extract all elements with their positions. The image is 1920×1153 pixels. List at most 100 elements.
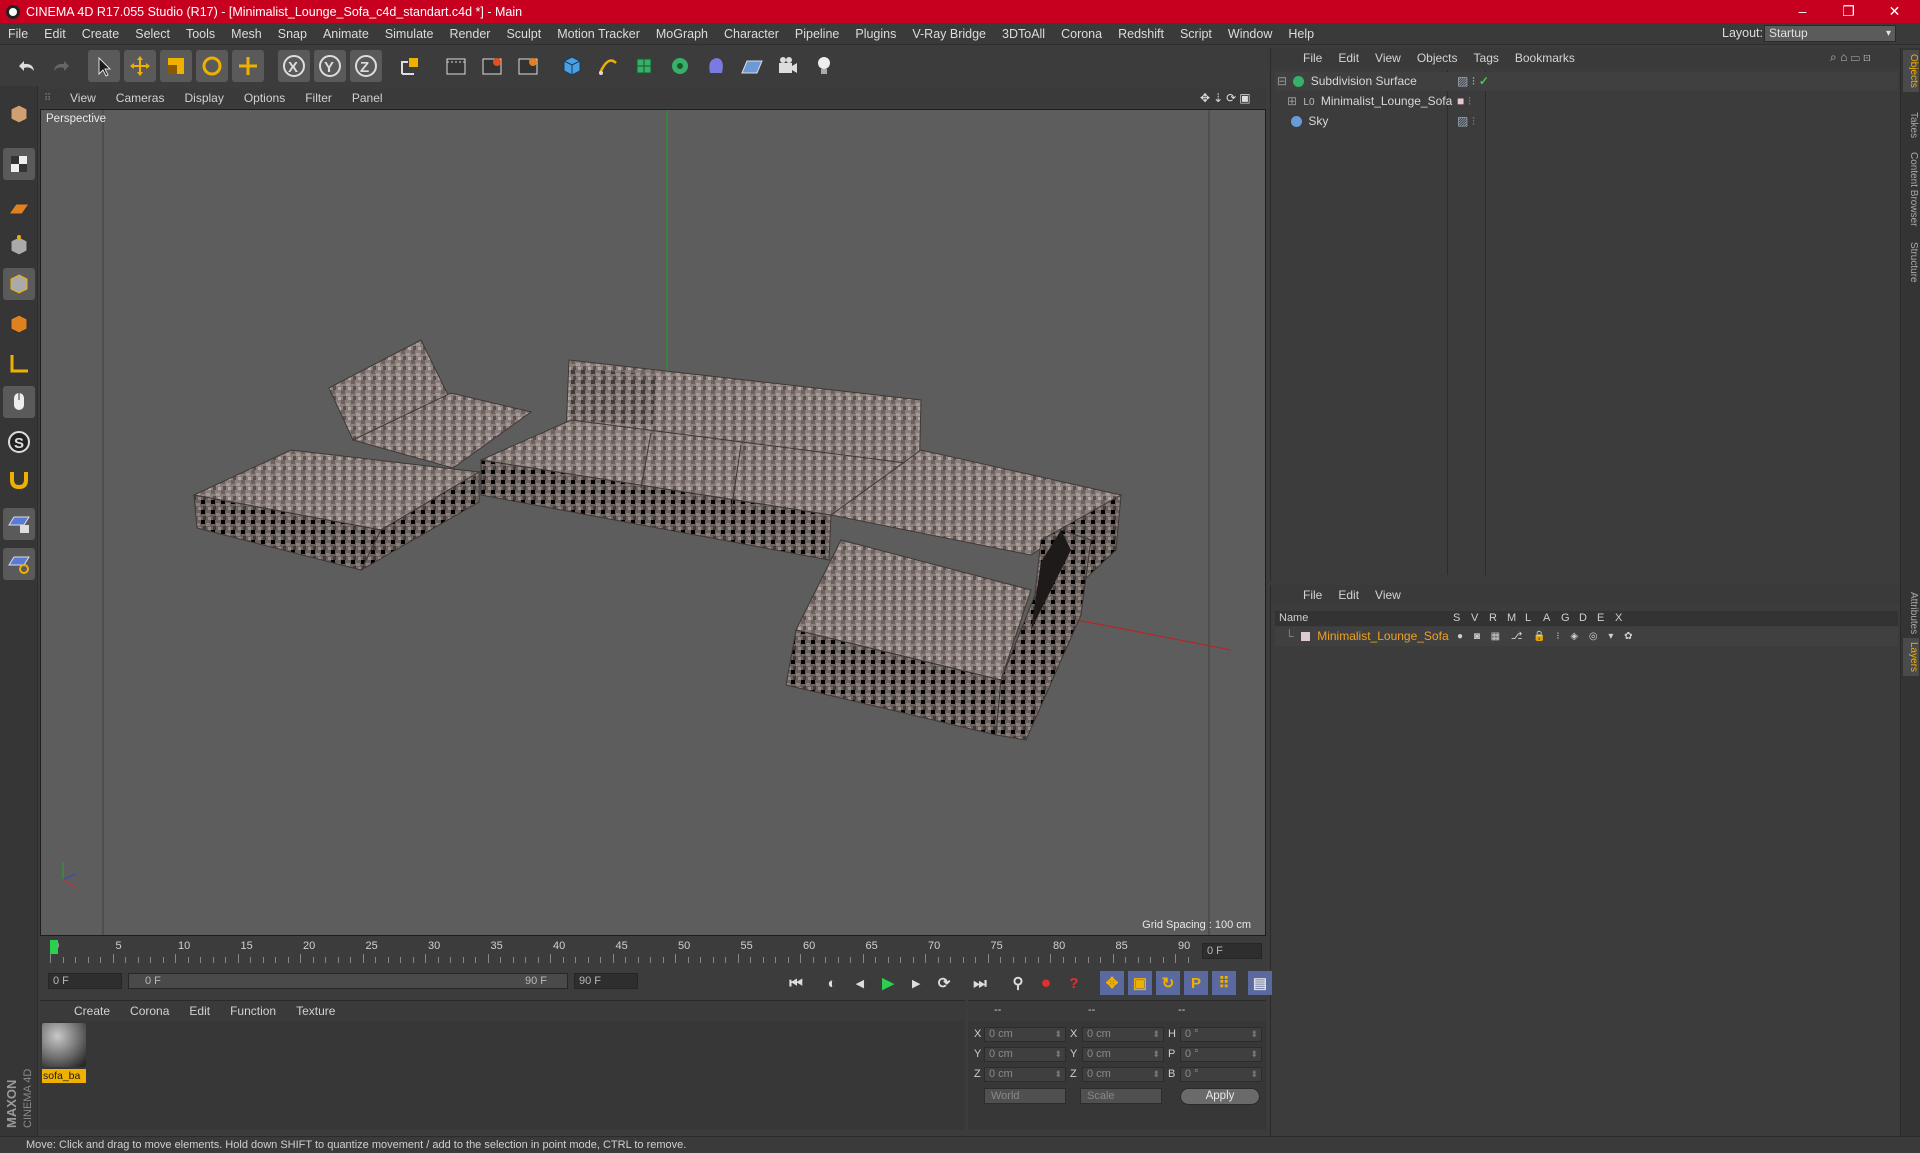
menu-snap[interactable]: Snap xyxy=(270,27,315,41)
lock-grid-icon[interactable] xyxy=(3,508,35,540)
viewport-menu-display[interactable]: Display xyxy=(174,91,233,105)
world-coord-icon[interactable] xyxy=(394,50,426,82)
render-settings-icon[interactable] xyxy=(512,50,544,82)
restore-button[interactable]: ❐ xyxy=(1826,0,1871,23)
menu-file[interactable]: File xyxy=(0,27,36,41)
size-field[interactable]: 0 cm xyxy=(1082,1067,1164,1082)
side-tab-structure[interactable]: Structure xyxy=(1903,238,1919,287)
record-key-icon[interactable]: ◐ xyxy=(820,971,844,995)
rotate-view-icon[interactable]: ⟳ xyxy=(1226,91,1236,105)
layout-select[interactable]: Startup xyxy=(1764,25,1896,42)
object-row-subdivision[interactable]: ⊟ Subdivision Surface ▨ ⁝ ✓ xyxy=(1275,72,1898,91)
go-end-icon[interactable]: ⏭ xyxy=(968,971,992,995)
loop-icon[interactable]: ⟳ xyxy=(932,971,956,995)
perspective-viewport[interactable]: Perspective Grid Spacing : 100 cm xyxy=(40,109,1266,936)
snap-s-icon[interactable]: S xyxy=(3,426,35,458)
menu-tools[interactable]: Tools xyxy=(178,27,223,41)
points-icon[interactable] xyxy=(3,230,35,262)
layer-column-name[interactable]: Name xyxy=(1279,611,1308,626)
pla-key-icon[interactable]: ⠿ xyxy=(1212,971,1236,995)
menu-v-ray-bridge[interactable]: V-Ray Bridge xyxy=(904,27,994,41)
side-tab-takes[interactable]: Takes xyxy=(1903,108,1919,142)
minimize-button[interactable]: – xyxy=(1780,0,1825,23)
magnet-icon[interactable] xyxy=(3,463,35,495)
start-frame-field[interactable]: 0 F xyxy=(48,973,122,989)
edges-icon[interactable] xyxy=(3,268,35,300)
position-field[interactable]: 0 cm xyxy=(984,1067,1066,1082)
object-menu-file[interactable]: File xyxy=(1295,51,1330,65)
render-view-icon[interactable] xyxy=(476,50,508,82)
menu-3dtoall[interactable]: 3DToAll xyxy=(994,27,1053,41)
autokey-icon[interactable]: ⏺ xyxy=(1034,971,1058,995)
material-menu-edit[interactable]: Edit xyxy=(179,1004,220,1018)
lock-icon[interactable]: ⊡ xyxy=(1863,50,1871,64)
pen-icon[interactable] xyxy=(592,50,624,82)
menu-help[interactable]: Help xyxy=(1280,27,1322,41)
size-field[interactable]: 0 cm xyxy=(1082,1047,1164,1062)
scale-key-icon[interactable]: ▣ xyxy=(1128,971,1152,995)
subdivision-icon[interactable] xyxy=(628,50,660,82)
size-field[interactable]: 0 cm xyxy=(1082,1027,1164,1042)
rotate-icon[interactable] xyxy=(196,50,228,82)
layer-column-d[interactable]: D xyxy=(1579,611,1587,626)
viewport-menu-panel[interactable]: Panel xyxy=(342,91,393,105)
menu-select[interactable]: Select xyxy=(127,27,178,41)
viewport-menu-view[interactable]: View xyxy=(60,91,106,105)
menu-pipeline[interactable]: Pipeline xyxy=(787,27,847,41)
scale-mode-select[interactable]: Scale xyxy=(1080,1088,1162,1104)
cube-icon[interactable] xyxy=(556,50,588,82)
menu-motion-tracker[interactable]: Motion Tracker xyxy=(549,27,648,41)
undo-icon[interactable] xyxy=(10,50,42,82)
viewport-menu-cameras[interactable]: Cameras xyxy=(106,91,175,105)
menu-window[interactable]: Window xyxy=(1220,27,1280,41)
layer-menu-view[interactable]: View xyxy=(1367,588,1409,602)
side-tab-objects[interactable]: Objects xyxy=(1903,50,1919,92)
timeline-ruler[interactable]: 051015202530354045505560657075808590 0 F xyxy=(40,938,1266,964)
menu-simulate[interactable]: Simulate xyxy=(377,27,442,41)
layer-row[interactable]: └ Minimalist_Lounge_Sofa ● ◙ ▦ ⎇ 🔒 ⁝ ◈ ◎… xyxy=(1275,627,1898,646)
layer-column-m[interactable]: M xyxy=(1507,611,1516,626)
prev-frame-icon[interactable]: ◂ xyxy=(848,971,872,995)
rotation-field[interactable]: 0 ° xyxy=(1180,1067,1262,1082)
object-menu-view[interactable]: View xyxy=(1367,51,1409,65)
layer-column-r[interactable]: R xyxy=(1489,611,1497,626)
y-axis-icon[interactable]: Y xyxy=(314,50,346,82)
workplane-icon[interactable] xyxy=(3,193,35,225)
menu-sculpt[interactable]: Sculpt xyxy=(498,27,549,41)
texture-mode-icon[interactable] xyxy=(3,148,35,180)
menu-character[interactable]: Character xyxy=(716,27,787,41)
move-icon[interactable] xyxy=(124,50,156,82)
timeline-icon[interactable]: ▤ xyxy=(1248,971,1272,995)
menu-edit[interactable]: Edit xyxy=(36,27,74,41)
new-view-icon[interactable]: ▭ xyxy=(1851,50,1860,64)
menu-animate[interactable]: Animate xyxy=(315,27,377,41)
deformer-icon[interactable] xyxy=(700,50,732,82)
apply-button[interactable]: Apply xyxy=(1180,1088,1260,1105)
maximize-view-icon[interactable]: ▣ xyxy=(1239,91,1250,105)
material-menu-corona[interactable]: Corona xyxy=(120,1004,179,1018)
object-menu-tags[interactable]: Tags xyxy=(1466,51,1507,65)
rotate-grid-icon[interactable] xyxy=(3,548,35,580)
end-frame-field[interactable]: 90 F xyxy=(574,973,638,989)
object-row-sofa[interactable]: ⊞ L0 Minimalist_Lounge_Sofa ■ ⁝ xyxy=(1275,92,1898,111)
keyframe-icon[interactable]: ⚲ xyxy=(1006,971,1030,995)
side-tab-layers[interactable]: Layers xyxy=(1903,638,1919,677)
move-key-icon[interactable]: ✥ xyxy=(1100,971,1124,995)
array-icon[interactable] xyxy=(664,50,696,82)
help-icon[interactable]: ? xyxy=(1062,971,1086,995)
layer-flag-icons[interactable]: ● ◙ ▦ ⎇ 🔒 ⁝ ◈ ◎ ▾ ✿ xyxy=(1457,627,1637,646)
frame-range-slider[interactable]: 0 F 90 F xyxy=(128,973,568,989)
material-menu-texture[interactable]: Texture xyxy=(286,1004,345,1018)
tweak-icon[interactable] xyxy=(3,386,35,418)
object-menu-objects[interactable]: Objects xyxy=(1409,51,1466,65)
object-row-sky[interactable]: Sky ▨ ⁝ xyxy=(1275,112,1898,131)
layer-column-x[interactable]: X xyxy=(1615,611,1622,626)
search-icon[interactable]: ⌕ xyxy=(1830,50,1837,64)
layer-column-g[interactable]: G xyxy=(1561,611,1570,626)
position-field[interactable]: 0 cm xyxy=(984,1047,1066,1062)
menu-corona[interactable]: Corona xyxy=(1053,27,1110,41)
object-menu-bookmarks[interactable]: Bookmarks xyxy=(1507,51,1583,65)
menu-create[interactable]: Create xyxy=(74,27,128,41)
home-icon[interactable]: ⌂ xyxy=(1840,50,1847,64)
render-region-icon[interactable] xyxy=(440,50,472,82)
